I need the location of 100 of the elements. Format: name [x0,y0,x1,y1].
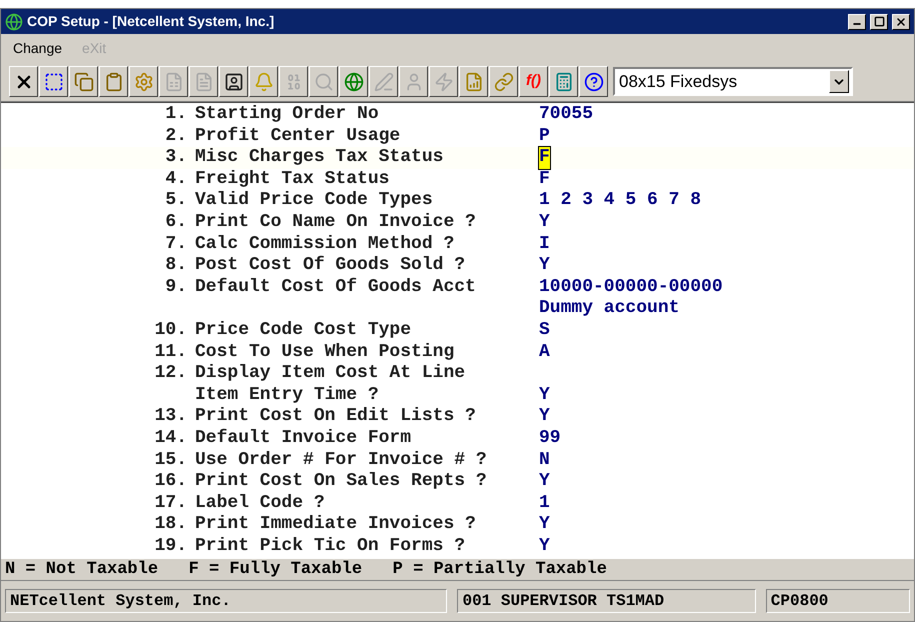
field-number: 7. [165,234,187,254]
field-number: 11. [154,342,187,362]
field-number: 10. [154,320,187,340]
toolbar-button[interactable] [69,66,98,97]
hint-text: N = Not Taxable F = Fully Taxable P = Partially Taxable [5,558,607,581]
help-icon [584,72,604,92]
field-number: 17. [154,492,187,513]
window-title: COP Setup - [Netcellent System, Inc.] [27,12,276,31]
document-icon [194,72,214,92]
toolbar-button[interactable] [219,66,248,97]
field-value[interactable]: F [539,168,550,190]
field-value[interactable]: Y [539,212,550,234]
toolbar-button[interactable] [249,66,278,97]
field-number: 9. [165,276,187,297]
field-value[interactable]: F [539,147,550,169]
field-label: Item Entry Time ? [195,384,379,405]
field-value[interactable]: I [539,234,550,256]
field-number: 12. [154,363,187,384]
field-number: 13. [154,406,187,426]
toolbar-button[interactable] [99,66,128,97]
field-number: 15. [154,450,187,470]
status-panel: CP0800 [766,589,910,613]
field-label: Display Item Cost At Line [195,363,466,384]
maximize-button[interactable] [870,14,888,30]
close-button[interactable] [892,14,910,30]
bolt-icon [434,72,454,92]
field-number: 16. [154,471,187,492]
field-value[interactable]: A [539,342,550,364]
field-number: 6. [165,212,187,232]
field-value[interactable]: 1 2 3 4 5 6 7 8 [539,190,702,212]
toolbar-button[interactable] [549,66,578,97]
bell-icon [254,72,274,92]
field-label: Post Cost Of Goods Sold ? [195,255,466,276]
field-label: Price Code Cost Type [195,320,412,340]
menu-item[interactable]: Change [9,38,66,58]
field-value[interactable]: Y [539,514,550,536]
field-value[interactable]: 1 [539,492,550,514]
chart-document-icon [464,72,484,92]
field-value[interactable]: Y [539,255,550,277]
copy-icon [74,72,94,92]
dashed-square-icon [44,72,64,92]
toolbar-button[interactable] [39,66,68,97]
field-value[interactable]: S [539,320,550,342]
field-value[interactable]: 10000-00000-00000 [539,276,723,298]
field-label: Print Co Name On Invoice ? [195,212,476,232]
field-label: Default Invoice Form [195,428,412,448]
field-number: 4. [165,168,187,189]
toolbar-button[interactable] [339,66,368,97]
calculator-icon [554,72,574,92]
globe-icon [5,12,23,30]
field-value[interactable]: 70055 [539,104,594,126]
maximize-icon [874,16,884,27]
field-label: Print Immediate Invoices ? [195,514,476,534]
field-label: Print Cost On Edit Lists ? [195,406,476,426]
minimize-button[interactable] [848,14,866,30]
field-label: Default Cost Of Goods Acct [195,276,476,297]
field-value[interactable]: Y [539,536,550,558]
pen-icon [374,72,394,92]
dropdown-icon[interactable] [829,70,849,93]
field-number: 19. [154,536,187,556]
field-label: Label Code ? [195,492,325,513]
toolbar-button[interactable] [129,66,158,97]
field-value[interactable]: Y [539,406,550,428]
field-label: Calc Commission Method ? [195,234,454,254]
field-label: Use Order # For Invoice # ? [195,450,487,470]
gear-icon [134,72,154,92]
field-number: 5. [165,190,187,210]
field-label: Freight Tax Status [195,168,390,189]
field-value[interactable]: P [539,126,550,148]
clipboard-icon [104,72,124,92]
status-panel: 001 SUPERVISOR TS1MAD [457,589,756,613]
toolbar-button[interactable] [459,66,488,97]
user-card-icon [224,72,244,92]
field-value[interactable]: Y [539,471,550,493]
status-panel: NETcellent System, Inc. [5,589,448,613]
field-value[interactable]: 99 [539,428,561,450]
field-number: 18. [154,514,187,534]
field-label: Starting Order No [195,104,379,124]
link-icon [494,72,514,92]
toolbar-button[interactable] [579,66,608,97]
field-value[interactable]: Dummy account [539,298,680,320]
field-label: Profit Center Usage [195,126,400,146]
font-select[interactable]: 08x15 Fixedsys [613,67,853,96]
field-number: 14. [154,428,187,448]
field-label: Valid Price Code Types [195,190,433,210]
field-label: Cost To Use When Posting [195,342,454,362]
field-label: Misc Charges Tax Status [195,147,444,168]
field-row[interactable]: 3. Misc Charges Tax Status F [1,147,914,169]
field-number: 8. [165,255,187,276]
field-label: Print Cost On Sales Repts ? [195,471,487,492]
field-value[interactable]: N [539,450,550,472]
globe-icon [344,72,364,92]
select-value: 08x15 Fixedsys [618,70,738,93]
field-number: 1. [165,104,187,124]
spreadsheet-icon [164,72,184,92]
field-value[interactable]: Y [539,384,550,406]
search-icon [314,72,334,92]
field-number: 2. [165,126,187,146]
toolbar-button[interactable] [489,66,518,97]
toolbar-button[interactable] [9,66,38,97]
